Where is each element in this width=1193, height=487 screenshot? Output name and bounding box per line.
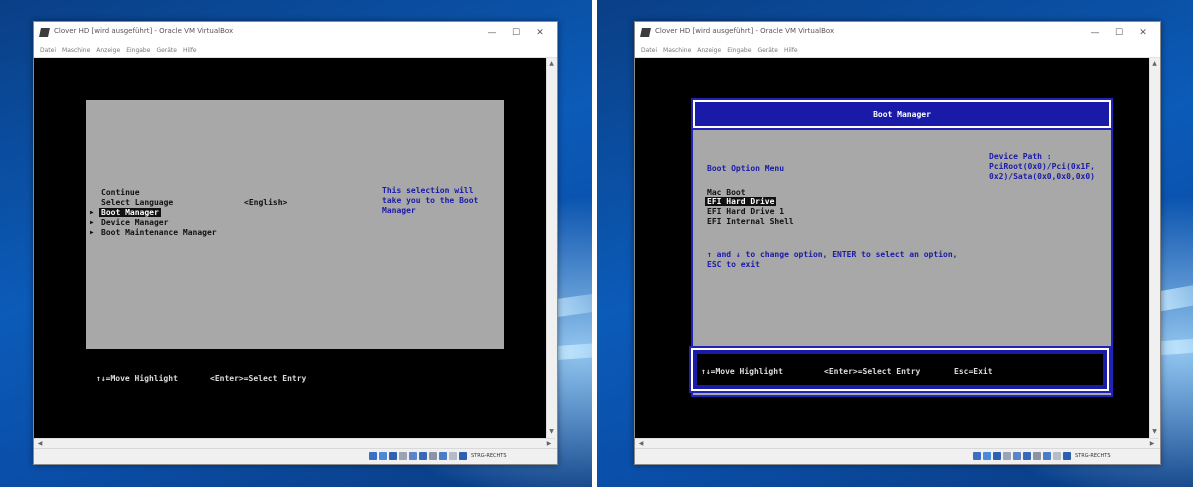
display-icon[interactable]	[1013, 452, 1021, 460]
host-key-icon[interactable]	[1063, 452, 1071, 460]
help-text: This selection will take you to the Boot…	[382, 186, 479, 215]
scroll-up-icon[interactable]: ▲	[547, 60, 556, 68]
menu-item-continue[interactable]: Continue	[101, 188, 140, 197]
scroll-right-icon[interactable]: ▶	[545, 439, 553, 448]
optical-icon[interactable]	[983, 452, 991, 460]
minimize-button[interactable]: —	[481, 26, 503, 40]
boot-option-menu-title: Boot Option Menu	[707, 164, 785, 173]
menu-eingabe[interactable]: Eingabe	[727, 44, 751, 57]
menu-geraete[interactable]: Geräte	[156, 44, 177, 57]
menu-datei[interactable]: Datei	[40, 44, 56, 57]
left-screenshot: Clover HD [wird ausgeführt] - Oracle VM …	[0, 0, 592, 487]
boot-option-efi-hard-drive-1[interactable]: EFI Hard Drive 1	[707, 207, 784, 216]
arrow-icon: ▶	[90, 219, 94, 226]
menu-anzeige[interactable]: Anzeige	[697, 44, 721, 57]
hint-move-highlight: ↑↓=Move Highlight	[96, 374, 178, 383]
boot-option-efi-hard-drive[interactable]: EFI Hard Drive	[705, 197, 777, 206]
horizontal-scrollbar[interactable]: ◀ ▶	[635, 438, 1158, 448]
vm-screen[interactable]: Boot Manager Boot Option Menu Device Pat…	[635, 58, 1149, 438]
network-icon[interactable]	[1023, 452, 1031, 460]
vertical-scrollbar[interactable]: ▲ ▼	[546, 58, 556, 438]
horizontal-scrollbar[interactable]: ◀ ▶	[34, 438, 555, 448]
bios-main-panel: Continue Select Language <English> ▶ Boo…	[86, 100, 504, 349]
menu-maschine[interactable]: Maschine	[663, 44, 691, 57]
host-key-icon[interactable]	[459, 452, 467, 460]
vm-screen[interactable]: Continue Select Language <English> ▶ Boo…	[34, 58, 546, 438]
menu-hilfe[interactable]: Hilfe	[784, 44, 798, 57]
hdd-icon[interactable]	[973, 452, 981, 460]
arrow-icon: ▶	[90, 229, 94, 236]
language-value[interactable]: <English>	[244, 198, 287, 207]
status-bar: STRG-RECHTS	[34, 448, 557, 464]
virtualbox-app-icon	[39, 28, 50, 37]
scroll-left-icon[interactable]: ◀	[36, 439, 44, 448]
device-path-line-2: 0x2)/Sata(0x0,0x0,0x0)	[989, 172, 1095, 181]
device-path-label: Device Path :	[989, 152, 1052, 161]
host-key-label: STRG-RECHTS	[471, 453, 507, 459]
menu-anzeige[interactable]: Anzeige	[96, 44, 120, 57]
close-button[interactable]: ✕	[529, 26, 551, 40]
usb-icon[interactable]	[993, 452, 1001, 460]
menu-bar: Datei Maschine Anzeige Eingabe Geräte Hi…	[34, 44, 557, 58]
usb-icon[interactable]	[389, 452, 397, 460]
host-key-label: STRG-RECHTS	[1075, 453, 1111, 459]
instructions-line-1: ↑ and ↓ to change option, ENTER to selec…	[707, 250, 958, 259]
device-path-line-1: PciRoot(0x0)/Pci(0x1F,	[989, 162, 1095, 171]
page-title: Boot Manager	[873, 110, 931, 119]
hint-select-entry: <Enter>=Select Entry	[824, 367, 921, 376]
cpu-icon[interactable]	[439, 452, 447, 460]
cpu-icon[interactable]	[1043, 452, 1051, 460]
menu-maschine[interactable]: Maschine	[62, 44, 90, 57]
window-title: Clover HD [wird ausgeführt] - Oracle VM …	[54, 27, 234, 35]
scroll-left-icon[interactable]: ◀	[637, 439, 645, 448]
hdd-icon[interactable]	[369, 452, 377, 460]
shared-folder-icon[interactable]	[399, 452, 407, 460]
network-icon[interactable]	[419, 452, 427, 460]
menu-item-device-manager[interactable]: Device Manager	[101, 218, 168, 227]
close-button[interactable]: ✕	[1132, 26, 1154, 40]
menu-hilfe[interactable]: Hilfe	[183, 44, 197, 57]
boot-option-mac-boot[interactable]: Mac Boot	[707, 188, 746, 197]
menu-item-boot-manager[interactable]: Boot Manager	[99, 208, 161, 217]
scroll-down-icon[interactable]: ▼	[547, 428, 556, 436]
menu-eingabe[interactable]: Eingabe	[126, 44, 150, 57]
scroll-down-icon[interactable]: ▼	[1150, 428, 1159, 436]
boot-manager-header: Boot Manager	[691, 98, 1113, 130]
title-bar: Clover HD [wird ausgeführt] - Oracle VM …	[34, 22, 557, 44]
virtualbox-window: Clover HD [wird ausgeführt] - Oracle VM …	[33, 21, 558, 465]
maximize-button[interactable]: ☐	[1108, 26, 1130, 40]
scroll-right-icon[interactable]: ▶	[1148, 439, 1156, 448]
mouse-icon[interactable]	[449, 452, 457, 460]
maximize-button[interactable]: ☐	[505, 26, 527, 40]
menu-item-select-language[interactable]: Select Language	[101, 198, 173, 207]
shared-folder-icon[interactable]	[1003, 452, 1011, 460]
hint-esc-exit: Esc=Exit	[954, 367, 993, 376]
mouse-icon[interactable]	[1053, 452, 1061, 460]
window-title: Clover HD [wird ausgeführt] - Oracle VM …	[655, 27, 835, 35]
title-bar: Clover HD [wird ausgeführt] - Oracle VM …	[635, 22, 1160, 44]
instructions-line-2: ESC to exit	[707, 260, 760, 269]
menu-item-boot-maintenance-manager[interactable]: Boot Maintenance Manager	[101, 228, 217, 237]
scroll-up-icon[interactable]: ▲	[1150, 60, 1159, 68]
menu-geraete[interactable]: Geräte	[757, 44, 778, 57]
menu-datei[interactable]: Datei	[641, 44, 657, 57]
hint-select-entry: <Enter>=Select Entry	[210, 374, 307, 383]
vertical-scrollbar[interactable]: ▲ ▼	[1149, 58, 1159, 438]
menu-bar: Datei Maschine Anzeige Eingabe Geräte Hi…	[635, 44, 1160, 58]
boot-option-efi-internal-shell[interactable]: EFI Internal Shell	[707, 217, 794, 226]
recording-icon[interactable]	[1033, 452, 1041, 460]
minimize-button[interactable]: —	[1084, 26, 1106, 40]
virtualbox-window: Clover HD [wird ausgeführt] - Oracle VM …	[634, 21, 1161, 465]
arrow-icon: ▶	[90, 209, 94, 216]
status-bar: STRG-RECHTS	[635, 448, 1160, 464]
boot-manager-footer: ↑↓=Move Highlight <Enter>=Select Entry E…	[689, 346, 1111, 393]
right-screenshot: Clover HD [wird ausgeführt] - Oracle VM …	[597, 0, 1193, 487]
hint-move-highlight: ↑↓=Move Highlight	[701, 367, 783, 376]
recording-icon[interactable]	[429, 452, 437, 460]
display-icon[interactable]	[409, 452, 417, 460]
virtualbox-app-icon	[640, 28, 651, 37]
optical-icon[interactable]	[379, 452, 387, 460]
